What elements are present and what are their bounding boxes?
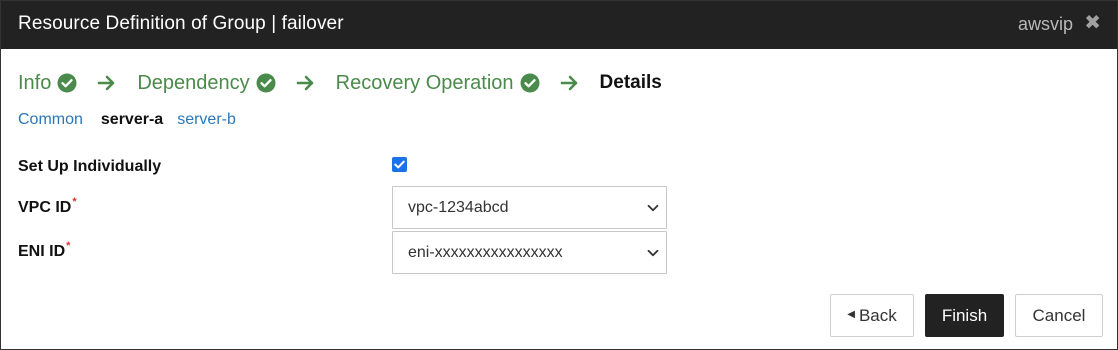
back-button[interactable]: ◀ Back bbox=[830, 294, 914, 337]
dialog-title: Resource Definition of Group | failover bbox=[18, 13, 344, 34]
arrow-right-icon bbox=[98, 75, 115, 91]
arrow-right-icon bbox=[296, 75, 313, 91]
required-mark: * bbox=[66, 240, 71, 252]
back-button-label: Back bbox=[858, 305, 897, 325]
setup-individually-label: Set Up Individually bbox=[18, 158, 162, 175]
wizard-steps: Info Dependency Recovery Operation Detai… bbox=[18, 69, 662, 97]
triangle-left-icon: ◀ bbox=[847, 309, 855, 320]
check-circle-icon bbox=[57, 73, 77, 93]
close-icon[interactable]: ✖ bbox=[1084, 12, 1101, 34]
vpc-id-label-text: VPC ID bbox=[18, 199, 72, 216]
resource-name: awsvip bbox=[1017, 14, 1073, 34]
cancel-button-label: Cancel bbox=[1032, 305, 1086, 325]
cancel-button[interactable]: Cancel bbox=[1015, 294, 1103, 337]
eni-id-label-text: ENI ID bbox=[18, 243, 66, 260]
step-details-label: Details bbox=[599, 72, 662, 93]
step-dependency[interactable]: Dependency bbox=[137, 71, 276, 95]
check-circle-icon bbox=[520, 73, 540, 93]
step-info[interactable]: Info bbox=[18, 72, 77, 95]
step-dependency-label: Dependency bbox=[137, 71, 250, 94]
checkmark-icon bbox=[394, 160, 405, 169]
eni-id-label: ENI ID* bbox=[18, 240, 71, 261]
step-recovery-operation-label: Recovery Operation bbox=[335, 71, 514, 94]
resource-definition-dialog: Resource Definition of Group | failover … bbox=[0, 0, 1118, 350]
setup-individually-checkbox[interactable] bbox=[392, 157, 407, 172]
step-recovery-operation[interactable]: Recovery Operation bbox=[336, 72, 540, 95]
finish-button-label: Finish bbox=[941, 305, 988, 325]
chevron-down-icon bbox=[647, 204, 659, 212]
eni-id-value: eni-xxxxxxxxxxxxxxxx bbox=[408, 244, 563, 261]
finish-button[interactable]: Finish bbox=[925, 294, 1004, 337]
check-circle-icon bbox=[256, 73, 276, 93]
chevron-down-icon bbox=[647, 249, 659, 257]
step-info-label: Info bbox=[18, 71, 52, 94]
eni-id-select[interactable]: eni-xxxxxxxxxxxxxxxx bbox=[392, 231, 667, 274]
dialog-titlebar: Resource Definition of Group | failover … bbox=[1, 1, 1117, 49]
tab-server-a: server-a bbox=[100, 111, 164, 128]
tab-common[interactable]: Common bbox=[18, 111, 83, 129]
server-tabs: Common server-a server-b bbox=[18, 111, 254, 129]
step-details: Details bbox=[600, 72, 662, 94]
vpc-id-value: vpc-1234abcd bbox=[408, 199, 509, 216]
required-mark: * bbox=[72, 196, 77, 208]
arrow-right-icon bbox=[560, 75, 577, 91]
vpc-id-label: VPC ID* bbox=[18, 196, 77, 217]
vpc-id-select[interactable]: vpc-1234abcd bbox=[392, 186, 667, 229]
tab-server-b[interactable]: server-b bbox=[177, 111, 236, 129]
